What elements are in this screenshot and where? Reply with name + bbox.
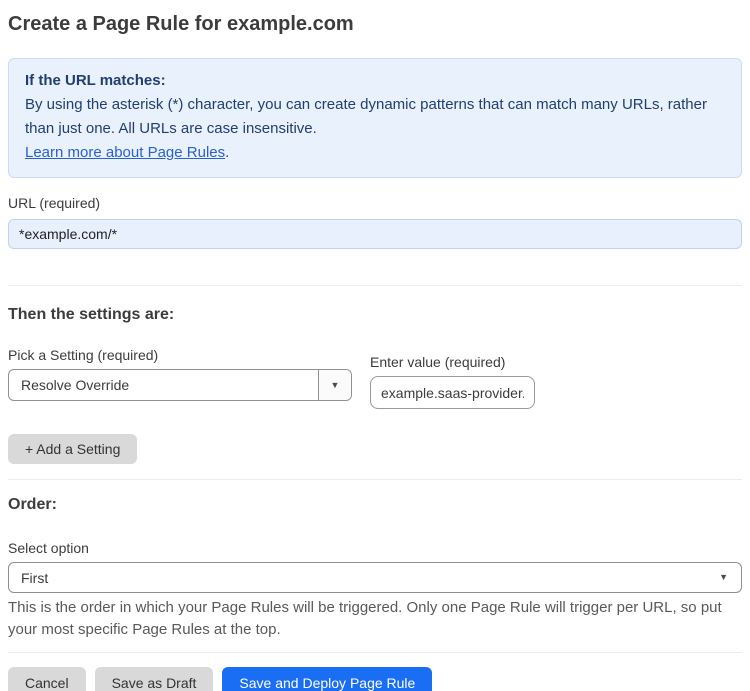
save-as-draft-button[interactable]: Save as Draft [94,667,214,691]
link-suffix: . [225,144,230,161]
settings-row: Pick a Setting (required) Resolve Overri… [8,330,742,409]
cancel-button[interactable]: Cancel [8,667,86,691]
setting-select-label: Pick a Setting (required) [8,347,159,363]
divider-footer [8,652,742,653]
setting-select[interactable]: Resolve Override ▼ [8,369,352,401]
url-input[interactable] [8,219,742,249]
setting-select-arrow-box[interactable]: ▼ [318,370,351,400]
setting-select-value: Resolve Override [21,377,130,393]
save-and-deploy-button[interactable]: Save and Deploy Page Rule [222,667,433,691]
url-field-label: URL (required) [8,195,101,211]
order-select-arrow: ▼ [719,563,741,592]
chevron-down-icon: ▼ [330,379,340,390]
order-help-text: This is the order in which your Page Rul… [8,599,722,638]
setting-value-input[interactable] [370,376,535,409]
footer-actions: Cancel Save as Draft Save and Deploy Pag… [8,667,742,691]
learn-more-link[interactable]: Learn more about Page Rules [25,144,225,161]
order-select-label: Select option [8,540,89,556]
add-setting-button[interactable]: + Add a Setting [8,434,138,464]
value-field-label: Enter value (required) [370,354,506,370]
order-section-heading: Order: [8,496,57,513]
page-rule-form: Create a Page Rule for example.com If th… [0,12,750,691]
setting-value-column: Enter value (required) [370,337,535,409]
setting-picker-column: Pick a Setting (required) Resolve Overri… [8,330,352,409]
settings-section-heading: Then the settings are: [8,306,175,323]
divider-url-settings [8,285,742,286]
info-box-link-line: Learn more about Page Rules. [25,141,725,165]
chevron-down-icon: ▼ [719,572,728,582]
divider-settings-order [8,479,742,480]
info-box-heading: If the URL matches: [25,72,166,89]
order-select-value: First [21,569,49,586]
info-box-body: By using the asterisk (*) character, you… [25,96,707,137]
url-match-info-box: If the URL matches: By using the asteris… [8,58,742,178]
page-title: Create a Page Rule for example.com [8,13,354,35]
order-select[interactable]: First ▼ [8,562,742,593]
